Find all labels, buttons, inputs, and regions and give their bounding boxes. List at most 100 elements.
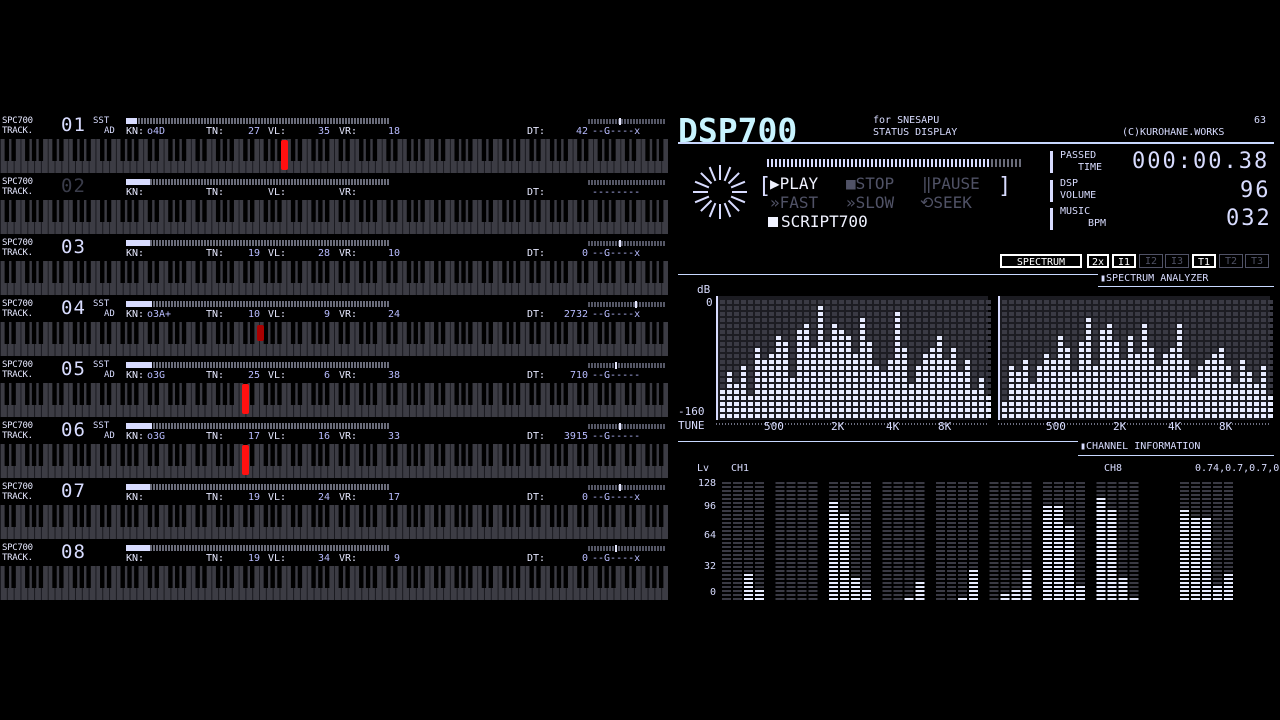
channel-meter-segment — [1129, 486, 1139, 488]
spectrum-segment — [909, 378, 914, 382]
keyboard[interactable] — [0, 200, 668, 234]
tag-i1[interactable]: I1 — [1112, 254, 1136, 268]
track-3[interactable]: SPC700 TRACK. 03 KN: TN: 19 VL: 28 VR: 10 DT: 0 --G-… — [0, 238, 668, 300]
track-6[interactable]: SPC700 TRACK. 06 SST AD KN: o3G TN: 17 VL: 16 VR: 33… — [0, 421, 668, 483]
keyboard[interactable] — [0, 444, 668, 478]
channel-meter-segment — [1011, 486, 1021, 488]
channel-meter-segment — [755, 562, 764, 564]
spectrum-segment — [1205, 330, 1210, 334]
script700-button[interactable]: SCRIPT700 — [768, 214, 868, 230]
track-1[interactable]: SPC700 TRACK. 01 SST AD KN: o4D TN: 27 VL: 35 VR: 18… — [0, 116, 668, 178]
spectrum-segment — [895, 384, 900, 388]
tag-spectrum[interactable]: SPECTRUM — [1000, 254, 1082, 268]
track-7[interactable]: SPC700 TRACK. 07 KN: TN: 19 VL: 24 VR: 17 DT: 0 --G-… — [0, 482, 668, 544]
keyboard[interactable] — [0, 383, 668, 417]
seek-button[interactable]: ⟲SEEK — [920, 195, 972, 211]
track-8[interactable]: SPC700 TRACK. 08 KN: TN: 19 VL: 34 VR: 9 DT: 0 --G--… — [0, 543, 668, 605]
channel-meter-segment — [1065, 574, 1074, 576]
spectrum-segment — [755, 318, 760, 322]
channel-meter-segment — [1096, 546, 1106, 548]
keyboard[interactable] — [0, 261, 668, 295]
spectrum-segment — [860, 348, 865, 352]
spectrum-segment — [867, 396, 872, 400]
spectrum-segment — [1044, 354, 1049, 358]
spectrum-segment — [860, 336, 865, 340]
keyboard[interactable] — [0, 322, 668, 356]
channel-meter-segment — [755, 506, 764, 508]
spectrum-segment — [748, 354, 753, 358]
channel-meter-segment — [1129, 594, 1139, 596]
spectrum-segment — [1086, 324, 1091, 328]
spectrum-segment — [1114, 414, 1119, 418]
spectrum-segment — [965, 300, 970, 304]
channel-meter-segment — [969, 538, 978, 540]
spectrum-segment — [797, 300, 802, 304]
channel-meter-segment — [1022, 574, 1032, 576]
spectrum-segment — [790, 378, 795, 382]
keyboard[interactable] — [0, 566, 668, 600]
spectrum-segment — [951, 300, 956, 304]
channel-meter-segment — [744, 538, 753, 540]
tag-t1[interactable]: T1 — [1192, 254, 1216, 268]
spectrum-segment — [839, 318, 844, 322]
spectrum-segment — [1177, 360, 1182, 364]
spectrum-segment — [972, 348, 977, 352]
spectrum-segment — [741, 306, 746, 310]
spectrum-segment — [741, 312, 746, 316]
spectrum-segment — [1058, 378, 1063, 382]
tag-t3[interactable]: T3 — [1245, 254, 1269, 268]
channel-meter-segment — [829, 494, 838, 496]
channel-meter-segment — [862, 586, 871, 588]
seek-progress-bar[interactable] — [767, 159, 1022, 167]
spectrum-segment — [1093, 366, 1098, 370]
master-meter-segment — [1224, 566, 1233, 568]
spectrum-segment — [1247, 384, 1252, 388]
spectrum-segment — [1177, 306, 1182, 310]
channel-meter-segment — [1118, 510, 1128, 512]
spectrum-segment — [895, 390, 900, 394]
play-button[interactable]: ▶PLAY — [770, 176, 818, 192]
spectrum-segment — [839, 390, 844, 394]
tag-t2[interactable]: T2 — [1219, 254, 1243, 268]
channel-meter-segment — [1054, 534, 1063, 536]
track-4[interactable]: SPC700 TRACK. 04 SST AD KN: o3A+ TN: 10 VL: 9 VR: 24… — [0, 299, 668, 361]
spectrum-title-underline — [1098, 286, 1274, 287]
tag-2x[interactable]: 2x — [1087, 254, 1109, 268]
spectrum-segment — [1149, 384, 1154, 388]
keyboard[interactable] — [0, 505, 668, 539]
stop-button[interactable]: ■STOP — [846, 176, 894, 192]
spectrum-segment — [986, 330, 991, 334]
channel-meter-segment — [1096, 510, 1106, 512]
spectrum-segment — [881, 336, 886, 340]
channel-meter-segment — [755, 498, 764, 500]
spectrum-segment — [769, 300, 774, 304]
master-meter-segment — [1224, 490, 1233, 492]
spectrum-segment — [944, 402, 949, 406]
fast-button[interactable]: »FAST — [770, 195, 818, 211]
channel-meter-segment — [1011, 546, 1021, 548]
pause-button[interactable]: ‖PAUSE — [922, 176, 980, 192]
spectrum-segment — [937, 306, 942, 310]
track-5[interactable]: SPC700 TRACK. 05 SST AD KN: o3G TN: 25 VL: 6 VR: 38 D… — [0, 360, 668, 422]
spectrum-segment — [1156, 372, 1161, 376]
master-meter-segment — [1213, 594, 1222, 596]
vr-value: 38 — [387, 370, 400, 381]
channel-meter-segment — [744, 530, 753, 532]
spectrum-segment — [958, 330, 963, 334]
slow-button[interactable]: »SLOW — [846, 195, 894, 211]
keyboard[interactable] — [0, 139, 668, 173]
tag-i2[interactable]: I2 — [1139, 254, 1163, 268]
channel-meter-segment — [1096, 498, 1106, 500]
spectrum-segment — [965, 348, 970, 352]
spectrum-segment — [1268, 396, 1273, 400]
channel-meter-segment — [958, 510, 967, 512]
spectrum-segment — [909, 360, 914, 364]
spectrum-segment — [755, 390, 760, 394]
spectrum-segment — [776, 402, 781, 406]
channel-meter-segment — [840, 486, 849, 488]
channel-meter-segment — [1118, 482, 1128, 484]
spectrum-segment — [804, 318, 809, 322]
track-2[interactable]: SPC700 TRACK. 02 KN: TN: VL: VR: DT: -------- — [0, 177, 668, 239]
tag-i3[interactable]: I3 — [1165, 254, 1189, 268]
channel-meter-segment — [797, 514, 807, 516]
